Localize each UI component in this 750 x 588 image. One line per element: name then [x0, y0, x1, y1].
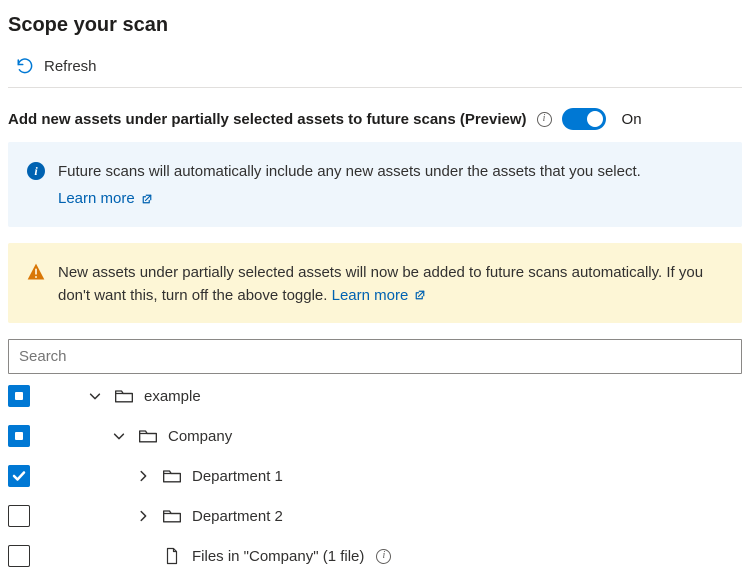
- toggle-knob: [587, 111, 603, 127]
- refresh-button[interactable]: Refresh: [8, 51, 742, 88]
- folder-icon: [162, 506, 182, 526]
- warning-banner-learn-more-link[interactable]: Learn more: [332, 284, 427, 307]
- tree-row[interactable]: Department 1: [8, 456, 742, 496]
- search-input[interactable]: [8, 339, 742, 374]
- toggle-label: Add new assets under partially selected …: [8, 111, 527, 128]
- external-link-icon: [141, 193, 153, 205]
- learn-more-label: Learn more: [58, 187, 135, 210]
- chevron-right-icon[interactable]: [134, 467, 152, 485]
- warning-banner: New assets under partially selected asse…: [8, 243, 742, 324]
- refresh-icon: [16, 57, 34, 75]
- file-icon: [162, 546, 182, 566]
- checkbox[interactable]: [8, 465, 30, 487]
- tree-row[interactable]: Files in "Company" (1 file) i: [8, 536, 742, 576]
- external-link-icon: [414, 289, 426, 301]
- checkbox[interactable]: [8, 385, 30, 407]
- tree-row[interactable]: Company: [8, 416, 742, 456]
- folder-icon: [114, 386, 134, 406]
- info-banner-text: Future scans will automatically include …: [58, 163, 641, 180]
- learn-more-label: Learn more: [332, 284, 409, 307]
- checkbox[interactable]: [8, 505, 30, 527]
- info-icon[interactable]: i: [376, 549, 391, 564]
- chevron-right-icon[interactable]: [134, 507, 152, 525]
- asset-tree: example Company Department 1 Department 2 Fi…: [8, 376, 742, 576]
- chevron-down-icon[interactable]: [86, 387, 104, 405]
- checkbox[interactable]: [8, 545, 30, 567]
- checkbox[interactable]: [8, 425, 30, 447]
- chevron-down-icon[interactable]: [110, 427, 128, 445]
- tree-row-label: example: [144, 388, 201, 405]
- tree-row[interactable]: Department 2: [8, 496, 742, 536]
- toggle-switch[interactable]: [562, 108, 606, 130]
- warning-icon: [26, 262, 46, 282]
- info-banner-learn-more-link[interactable]: Learn more: [58, 187, 641, 210]
- toggle-state-label: On: [622, 111, 642, 128]
- info-banner: i Future scans will automatically includ…: [8, 142, 742, 227]
- tree-row-label: Department 1: [192, 468, 283, 485]
- page-title: Scope your scan: [8, 14, 742, 37]
- info-filled-icon: i: [26, 161, 46, 181]
- tree-row-label: Company: [168, 428, 232, 445]
- tree-row[interactable]: example: [8, 376, 742, 416]
- tree-row-label: Department 2: [192, 508, 283, 525]
- folder-icon: [162, 466, 182, 486]
- tree-row-label: Files in "Company" (1 file): [192, 548, 364, 565]
- refresh-label: Refresh: [44, 58, 97, 75]
- info-icon[interactable]: i: [537, 112, 552, 127]
- folder-icon: [138, 426, 158, 446]
